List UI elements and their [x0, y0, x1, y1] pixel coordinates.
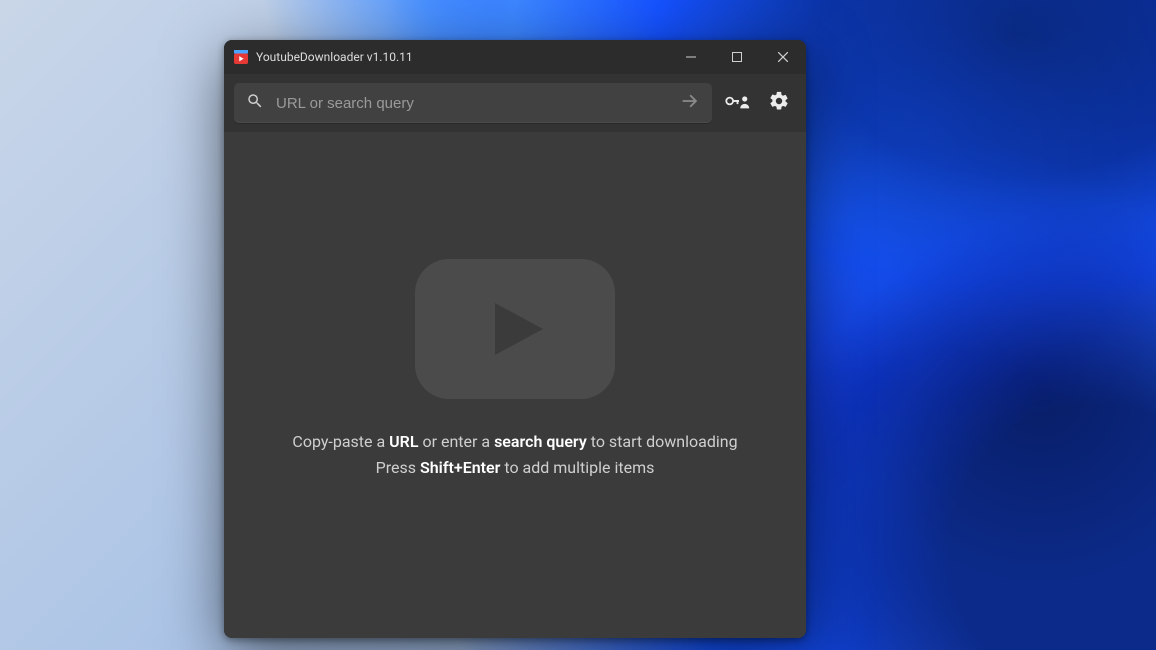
auth-button[interactable] [720, 86, 754, 120]
hint-line-1: Copy-paste a URL or enter a search query… [292, 429, 737, 455]
app-icon [234, 50, 248, 64]
minimize-button[interactable] [668, 40, 714, 74]
hint-line-2: Press Shift+Enter to add multiple items [292, 455, 737, 481]
window-title: YoutubeDownloader v1.10.11 [256, 50, 413, 64]
empty-state: Copy-paste a URL or enter a search query… [224, 132, 806, 638]
app-window: YoutubeDownloader v1.10.11 [224, 40, 806, 638]
gear-icon [768, 90, 790, 116]
key-user-icon [724, 91, 750, 115]
submit-arrow-icon[interactable] [674, 86, 704, 120]
search-icon [246, 92, 264, 114]
close-button[interactable] [760, 40, 806, 74]
youtube-placeholder-icon [415, 259, 615, 399]
maximize-button[interactable] [714, 40, 760, 74]
window-controls [668, 40, 806, 74]
search-input[interactable] [274, 94, 674, 113]
titlebar[interactable]: YoutubeDownloader v1.10.11 [224, 40, 806, 74]
hint-text: Copy-paste a URL or enter a search query… [262, 429, 767, 480]
settings-button[interactable] [762, 86, 796, 120]
toolbar [224, 74, 806, 132]
search-box[interactable] [234, 83, 712, 123]
